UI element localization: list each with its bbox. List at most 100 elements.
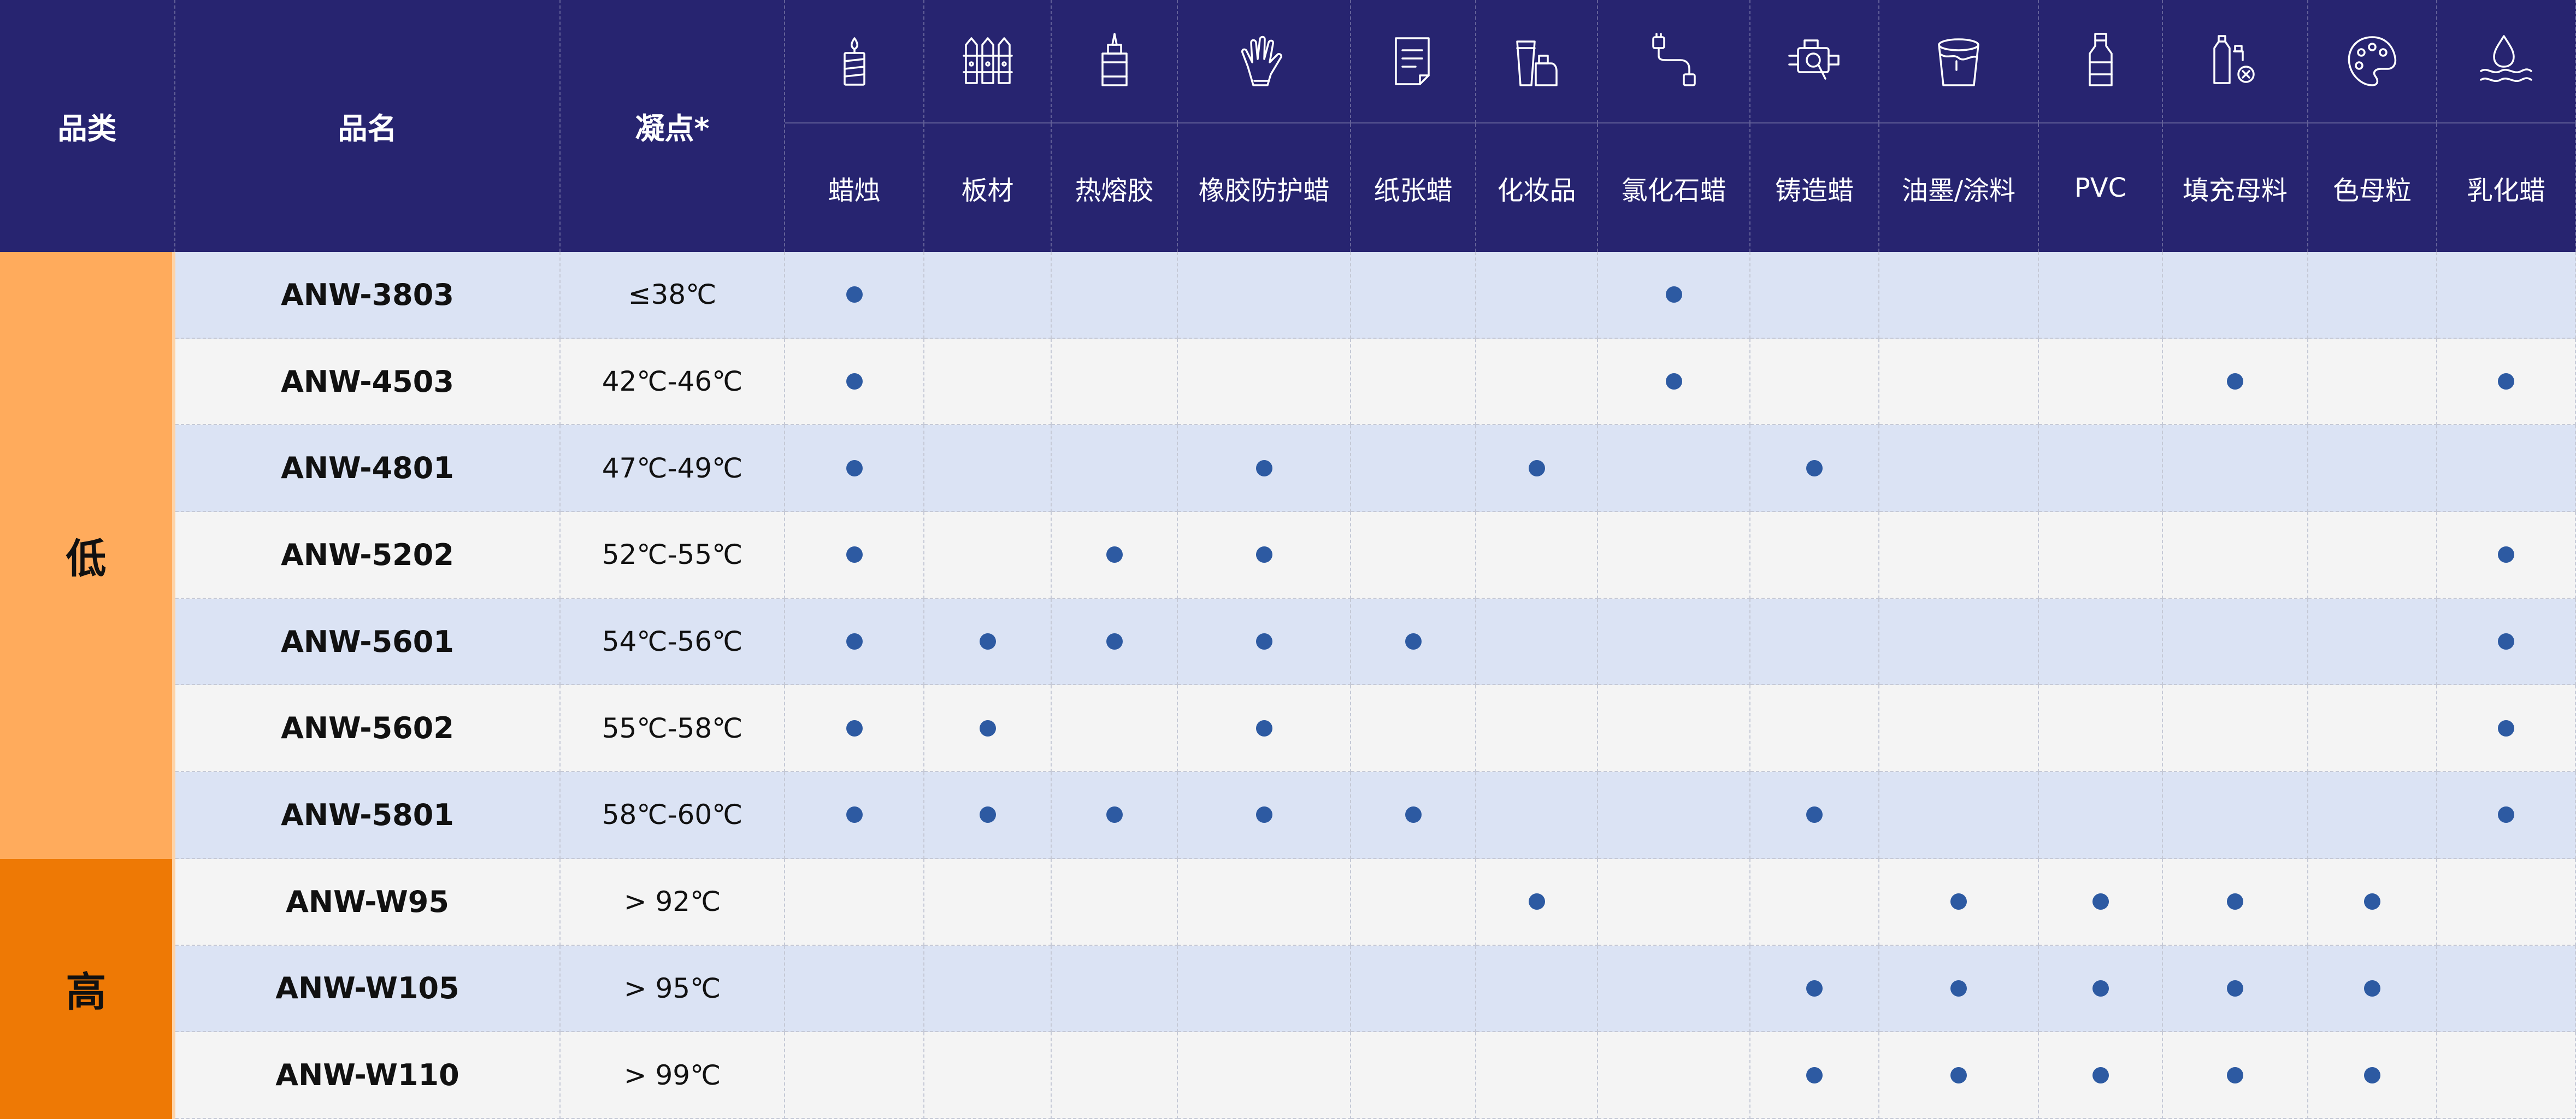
application-cell (1879, 685, 2039, 773)
application-cell (785, 685, 924, 773)
application-cell (1351, 858, 1476, 946)
application-cell (1879, 945, 2039, 1033)
application-cell (2039, 338, 2163, 426)
application-cell (785, 945, 924, 1033)
applicable-dot (979, 633, 996, 650)
application-cell (2308, 425, 2437, 513)
application-cell (1178, 338, 1351, 426)
application-cell (1178, 1032, 1351, 1119)
application-cell (1351, 598, 1476, 686)
category-header: 品类 (0, 0, 175, 252)
application-cell (1476, 858, 1598, 946)
applicable-dot (2498, 720, 2514, 737)
application-cell (1052, 425, 1178, 513)
application-cell (1178, 945, 1351, 1033)
application-cell (2163, 425, 2308, 513)
application-cell (785, 1032, 924, 1119)
application-cell (1598, 772, 1750, 859)
applicable-dot (1950, 1067, 1967, 1083)
applicable-dot (2227, 373, 2243, 390)
application-cell (2163, 598, 2308, 686)
application-cell (1476, 685, 1598, 773)
glue-bottle-icon (1052, 0, 1178, 123)
application-cell (2308, 512, 2437, 599)
engine-icon (1750, 0, 1879, 123)
application-cell (2163, 685, 2308, 773)
application-cell (1052, 772, 1178, 859)
application-cell (1476, 425, 1598, 513)
application-header: 化妆品 (1476, 123, 1598, 252)
applicable-dot (1528, 893, 1545, 910)
application-cell (1178, 598, 1351, 686)
application-cell (2308, 1032, 2437, 1119)
applicable-dot (1950, 980, 1967, 997)
application-cell (1879, 425, 2039, 513)
water-drop-icon (2437, 0, 2576, 123)
application-cell (1351, 945, 1476, 1033)
application-header: 氯化石蜡 (1598, 123, 1750, 252)
application-cell (2039, 945, 2163, 1033)
application-cell (1598, 512, 1750, 599)
application-cell (924, 858, 1052, 946)
application-cell (1750, 685, 1879, 773)
application-cell (1476, 598, 1598, 686)
application-cell (2039, 1032, 2163, 1119)
application-header: 纸张蜡 (1351, 123, 1476, 252)
application-header: 乳化蜡 (2437, 123, 2576, 252)
application-cell (2163, 1032, 2308, 1119)
applicable-dot (846, 720, 863, 737)
applicable-dot (2498, 373, 2514, 390)
applicable-dot (846, 286, 863, 303)
application-cell (2308, 252, 2437, 339)
board-icon (924, 0, 1052, 123)
application-cell (1351, 685, 1476, 773)
application-cell (785, 858, 924, 946)
application-header: 填充母料 (2163, 123, 2308, 252)
product-name: ANW-4503 (175, 338, 561, 426)
application-cell (924, 252, 1052, 339)
cosmetics-icon (1476, 0, 1598, 123)
application-cell (785, 598, 924, 686)
applicable-dot (2227, 980, 2243, 997)
applicable-dot (846, 460, 863, 476)
application-cell (1750, 772, 1879, 859)
applicable-dot (1806, 460, 1823, 476)
applicable-dot (2498, 546, 2514, 563)
application-cell (1750, 252, 1879, 339)
applicable-dot (2364, 1067, 2380, 1083)
applicable-dot (2364, 980, 2380, 997)
applicable-dot (1806, 980, 1823, 997)
application-cell (1598, 685, 1750, 773)
application-cell (2163, 252, 2308, 339)
application-cell (1750, 858, 1879, 946)
category-high: 高 (0, 858, 175, 1119)
application-header: 热熔胶 (1052, 123, 1178, 252)
application-cell (1879, 512, 2039, 599)
product-name: ANW-5602 (175, 685, 561, 773)
pour-point-value: > 92℃ (561, 858, 785, 946)
candle-icon (785, 0, 924, 123)
paper-icon (1351, 0, 1476, 123)
application-cell (2039, 598, 2163, 686)
applicable-dot (846, 633, 863, 650)
application-cell (1598, 598, 1750, 686)
application-cell (1052, 598, 1178, 686)
application-cell (2039, 252, 2163, 339)
application-cell (1052, 338, 1178, 426)
application-cell (924, 338, 1052, 426)
application-cell (1351, 425, 1476, 513)
application-cell (1879, 338, 2039, 426)
product-name: ANW-W105 (175, 945, 561, 1033)
applicable-dot (1806, 806, 1823, 823)
product-name: ANW-5202 (175, 512, 561, 599)
application-cell (1052, 945, 1178, 1033)
application-cell (1052, 858, 1178, 946)
palette-icon (2308, 0, 2437, 123)
applicable-dot (1255, 806, 1272, 823)
application-cell (1750, 425, 1879, 513)
application-cell (2437, 252, 2576, 339)
applicable-dot (1665, 286, 1682, 303)
application-cell (1598, 425, 1750, 513)
application-cell (1178, 425, 1351, 513)
application-header: 蜡烛 (785, 123, 924, 252)
